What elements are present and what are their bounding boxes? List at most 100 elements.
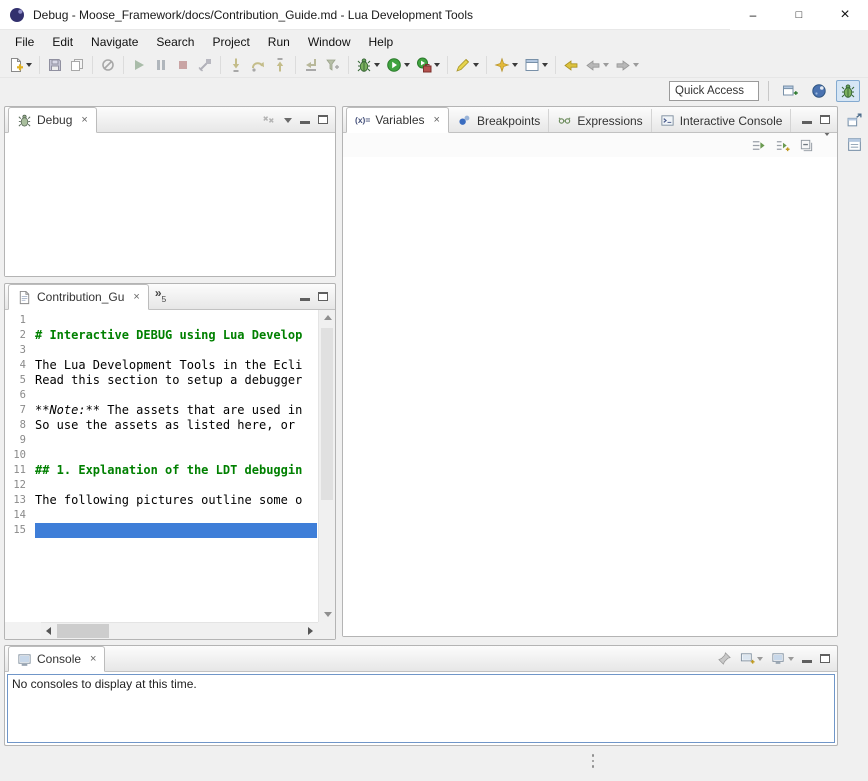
debug-view-content[interactable]: [5, 133, 335, 276]
tab-expressions[interactable]: Expressions: [549, 109, 651, 132]
menu-navigate[interactable]: Navigate: [82, 33, 147, 51]
open-console-button[interactable]: [740, 651, 763, 666]
editor-horizontal-scrollbar[interactable]: [41, 622, 318, 639]
editor-panel: Contribution_Gu × »5 1 2# Interactive DE…: [4, 283, 336, 640]
editor-vertical-scrollbar[interactable]: [318, 310, 335, 622]
line-number: 15: [5, 523, 35, 538]
external-tools-dropdown-arrow[interactable]: [434, 63, 440, 67]
debug-dropdown-arrow[interactable]: [374, 63, 380, 67]
run-button[interactable]: [383, 54, 413, 76]
breakpoints-icon: [457, 113, 472, 128]
debug-button[interactable]: [353, 54, 383, 76]
suspend-button[interactable]: [150, 54, 172, 76]
maximize-view-button[interactable]: [318, 292, 328, 301]
maximize-icon: [318, 292, 328, 301]
menu-window[interactable]: Window: [299, 33, 360, 51]
external-tools-button[interactable]: [413, 54, 443, 76]
quick-access-input[interactable]: [669, 81, 759, 101]
minimize-view-button[interactable]: [802, 654, 812, 663]
open-element-dropdown-arrow[interactable]: [542, 63, 548, 67]
scroll-down-arrow-icon[interactable]: [324, 612, 332, 617]
use-step-filters-button[interactable]: [322, 54, 344, 76]
maximize-window-button[interactable]: □: [776, 0, 822, 30]
editor-content[interactable]: 1 2# Interactive DEBUG using Lua Develop…: [5, 310, 335, 639]
new-file-icon: [8, 57, 24, 73]
new-dropdown-arrow[interactable]: [26, 63, 32, 67]
minimized-view-button[interactable]: [846, 136, 863, 153]
step-into-button[interactable]: [225, 54, 247, 76]
restore-view-button[interactable]: [846, 112, 863, 129]
ldt-perspective-button[interactable]: [807, 80, 831, 102]
remove-all-terminated-button[interactable]: [261, 112, 276, 127]
menu-search[interactable]: Search: [147, 33, 203, 51]
new-button[interactable]: [5, 54, 35, 76]
step-over-button[interactable]: [247, 54, 269, 76]
minimize-view-button[interactable]: [300, 115, 310, 124]
collapse-all-button[interactable]: [799, 138, 814, 153]
tab-debug-close-icon[interactable]: ×: [81, 115, 87, 126]
close-window-button[interactable]: ×: [822, 0, 868, 30]
pin-console-button[interactable]: [717, 651, 732, 666]
display-console-dropdown-arrow[interactable]: [788, 657, 794, 661]
mark-occurrences-dropdown-arrow[interactable]: [473, 63, 479, 67]
menu-help[interactable]: Help: [360, 33, 403, 51]
minimize-view-button[interactable]: [300, 292, 310, 301]
show-type-names-button[interactable]: [751, 138, 766, 153]
restore-view-icon: [846, 112, 863, 129]
forward-button[interactable]: [612, 54, 642, 76]
mark-occurrences-button[interactable]: [452, 54, 482, 76]
horizontal-scroll-thumb[interactable]: [57, 624, 109, 638]
editor-text-area[interactable]: 1 2# Interactive DEBUG using Lua Develop…: [5, 310, 318, 622]
save-button[interactable]: [44, 54, 66, 76]
save-all-button[interactable]: [66, 54, 88, 76]
scroll-left-arrow-icon[interactable]: [46, 627, 51, 635]
tab-breakpoints[interactable]: Breakpoints: [449, 109, 549, 132]
minimize-window-button[interactable]: –: [730, 0, 776, 30]
tab-console[interactable]: Console ×: [8, 646, 105, 672]
maximize-view-button[interactable]: [820, 654, 830, 663]
maximize-view-button[interactable]: [318, 115, 328, 124]
menu-file[interactable]: File: [6, 33, 43, 51]
open-perspective-button[interactable]: [778, 80, 802, 102]
scroll-right-arrow-icon[interactable]: [308, 627, 313, 635]
view-menu-button[interactable]: [823, 136, 831, 154]
display-selected-console-button[interactable]: [771, 651, 794, 666]
menu-project[interactable]: Project: [203, 33, 258, 51]
tab-interactive-console[interactable]: Interactive Console: [652, 109, 792, 132]
tab-contribution-guide[interactable]: Contribution_Gu ×: [8, 284, 149, 310]
scroll-up-arrow-icon[interactable]: [324, 315, 332, 320]
open-element-button[interactable]: [521, 54, 551, 76]
run-dropdown-arrow[interactable]: [404, 63, 410, 67]
open-console-dropdown-arrow[interactable]: [757, 657, 763, 661]
menu-edit[interactable]: Edit: [43, 33, 82, 51]
step-return-button[interactable]: [269, 54, 291, 76]
minimize-view-button[interactable]: [802, 115, 812, 124]
toolbar-separator: [123, 56, 124, 74]
drop-to-frame-button[interactable]: [300, 54, 322, 76]
vertical-scroll-thumb[interactable]: [321, 328, 333, 500]
tab-console-close-icon[interactable]: ×: [90, 654, 96, 665]
tab-contribution-guide-close-icon[interactable]: ×: [133, 292, 139, 303]
back-dropdown-arrow[interactable]: [603, 63, 609, 67]
tab-debug[interactable]: Debug ×: [8, 107, 97, 133]
editor-tab-overflow-chevron[interactable]: »5: [149, 286, 172, 309]
last-edit-location-button[interactable]: [560, 54, 582, 76]
terminate-button[interactable]: [172, 54, 194, 76]
variables-tree-area[interactable]: [343, 157, 837, 636]
show-logical-structure-button[interactable]: [775, 138, 790, 153]
disconnect-button[interactable]: [194, 54, 216, 76]
forward-dropdown-arrow[interactable]: [633, 63, 639, 67]
new-wizard-button[interactable]: [491, 54, 521, 76]
back-button[interactable]: [582, 54, 612, 76]
tab-variables-close-icon[interactable]: ×: [434, 115, 440, 126]
menu-run[interactable]: Run: [259, 33, 299, 51]
tab-variables[interactable]: (x)= Variables ×: [346, 107, 449, 133]
new-wizard-dropdown-arrow[interactable]: [512, 63, 518, 67]
resume-button[interactable]: [128, 54, 150, 76]
skip-all-breakpoints-button[interactable]: [97, 54, 119, 76]
view-menu-button[interactable]: [284, 113, 292, 127]
line-text: Read this section to setup a debugger: [35, 373, 302, 388]
maximize-view-button[interactable]: [820, 115, 830, 124]
sash-handle[interactable]: [590, 754, 596, 768]
debug-perspective-button[interactable]: [836, 80, 860, 102]
